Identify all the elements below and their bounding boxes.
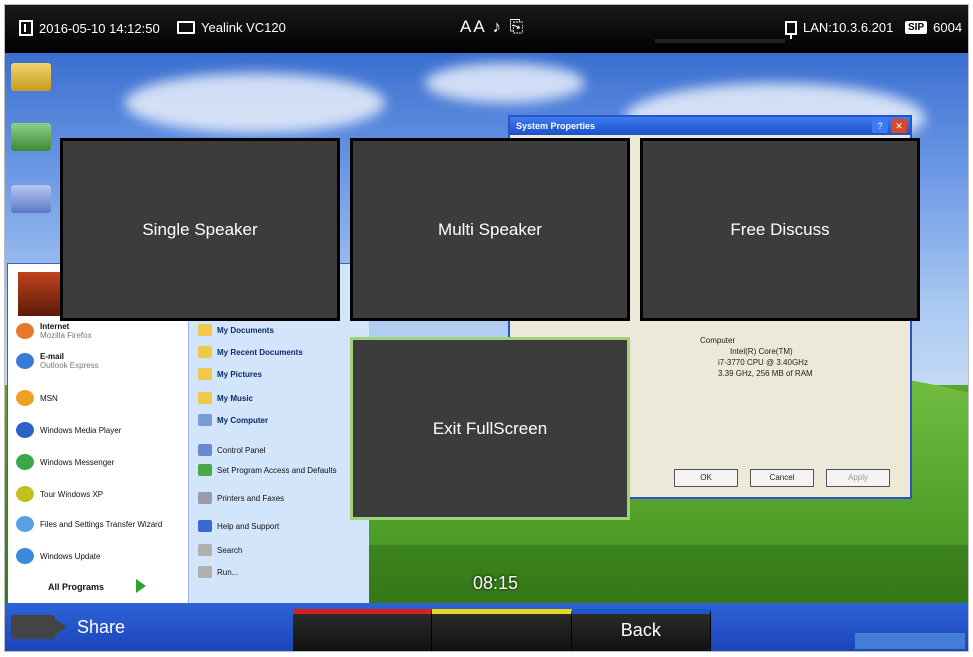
start-item-media-player: Windows Media Player (16, 422, 121, 438)
program-access-icon (198, 464, 212, 476)
monitor-icon (177, 21, 195, 34)
apply-button: Apply (826, 469, 890, 487)
lan-icon (785, 20, 797, 39)
lan-status: LAN:10.3.6.201 (785, 20, 894, 39)
start-item-transfer-wizard: Files and Settings Transfer Wizard (16, 516, 176, 532)
start-right-my-music: My Music (198, 392, 253, 404)
folder-icon (198, 324, 212, 336)
free-discuss-label: Free Discuss (730, 219, 830, 239)
start-item-internet: Internet Mozilla Firefox (16, 322, 92, 340)
datetime-text: 2016-05-10 14:12:50 (39, 20, 160, 36)
share-label: Share (77, 616, 126, 637)
all-programs-arrow-icon (136, 579, 146, 593)
tour-icon (16, 486, 34, 502)
desktop-icon-recycle (11, 123, 51, 151)
folder-icon (198, 346, 212, 358)
user-picture (16, 270, 64, 318)
back-label: Back (620, 620, 661, 640)
update-icon (16, 548, 34, 564)
back-button[interactable]: Back (571, 609, 711, 651)
desktop-icon-documents (11, 63, 51, 91)
start-item-tour: Tour Windows XP (16, 486, 103, 502)
start-item-email: E-mail Outlook Express (16, 352, 99, 370)
start-right-control-panel: Control Panel (198, 444, 265, 456)
softkey-bar: Back (293, 609, 711, 651)
start-right-program-access: Set Program Access and Defaults (198, 464, 348, 476)
multi-speaker-tile[interactable]: Multi Speaker (350, 138, 630, 321)
start-right-search: Search (198, 544, 242, 556)
search-icon (198, 544, 212, 556)
firefox-icon (16, 323, 34, 339)
status-progress-track (655, 39, 785, 43)
xp-system-tray (855, 633, 965, 649)
start-right-my-computer: My Computer (198, 414, 268, 426)
close-icon: ✕ (891, 119, 907, 133)
start-item-messenger: Windows Messenger (16, 454, 114, 470)
computer-info-cpu: Intel(R) Core(TM) (730, 347, 793, 356)
cancel-button: Cancel (750, 469, 814, 487)
window-title: System Properties (510, 117, 910, 135)
help-icon (198, 520, 212, 532)
softkey-yellow[interactable] (432, 609, 572, 651)
start-item-windows-update: Windows Update (16, 548, 100, 564)
computer-info-cpu-speed: i7-3770 CPU @ 3.40GHz (718, 358, 808, 367)
exit-fullscreen-label: Exit FullScreen (432, 418, 548, 438)
sip-badge: SIP (905, 21, 928, 34)
ok-button: OK (674, 469, 738, 487)
start-right-my-documents: My Documents (198, 324, 274, 336)
printer-icon (198, 492, 212, 504)
folder-icon (198, 392, 212, 404)
start-right-printers: Printers and Faxes (198, 492, 284, 504)
computer-info-ram: 3.39 GHz, 256 MB of RAM (718, 369, 813, 378)
run-icon (198, 566, 212, 578)
all-programs-label: All Programs (48, 582, 105, 592)
datetime: 2016-05-10 14:12:50 (19, 20, 160, 36)
calendar-icon (19, 20, 33, 36)
start-right-recent-documents: My Recent Documents (198, 346, 303, 358)
status-center-icons: AA ♪ ⎘ (460, 17, 526, 36)
messenger-icon (16, 454, 34, 470)
computer-info-label: Computer (700, 336, 736, 345)
media-player-icon (16, 422, 34, 438)
sip-account: 6004 (933, 20, 963, 35)
wizard-icon (16, 516, 34, 532)
outlook-icon (16, 353, 34, 369)
camera-icon (11, 615, 67, 639)
device-name: Yealink VC120 (177, 20, 286, 35)
share-button[interactable]: Share (11, 615, 125, 639)
computer-icon (198, 414, 212, 426)
device-name-text: Yealink VC120 (201, 20, 286, 35)
single-speaker-tile[interactable]: Single Speaker (60, 138, 340, 321)
softkey-red[interactable] (293, 609, 433, 651)
lan-address: LAN:10.3.6.201 (803, 20, 894, 35)
call-timer: 08:15 (473, 573, 519, 593)
start-item-msn: MSN (16, 390, 58, 406)
computer-info: Computer Intel(R) Core(TM) i7-3770 CPU @… (700, 335, 813, 379)
start-right-help: Help and Support (198, 520, 279, 532)
screen-frame: System Properties ? ✕ Computer Intel(R) … (4, 4, 969, 652)
sip-status: SIP 6004 (905, 20, 962, 35)
single-speaker-label: Single Speaker (142, 219, 258, 239)
free-discuss-tile[interactable]: Free Discuss (640, 138, 920, 321)
start-right-my-pictures: My Pictures (198, 368, 262, 380)
desktop-icon-computer (11, 185, 51, 213)
control-panel-icon (198, 444, 212, 456)
start-right-run: Run... (198, 566, 238, 578)
msn-icon (16, 390, 34, 406)
multi-speaker-label: Multi Speaker (438, 219, 542, 239)
exit-fullscreen-tile[interactable]: Exit FullScreen (350, 337, 630, 520)
status-bar: 2016-05-10 14:12:50 Yealink VC120 AA ♪ ⎘… (5, 5, 968, 53)
help-icon: ? (872, 119, 888, 133)
folder-icon (198, 368, 212, 380)
